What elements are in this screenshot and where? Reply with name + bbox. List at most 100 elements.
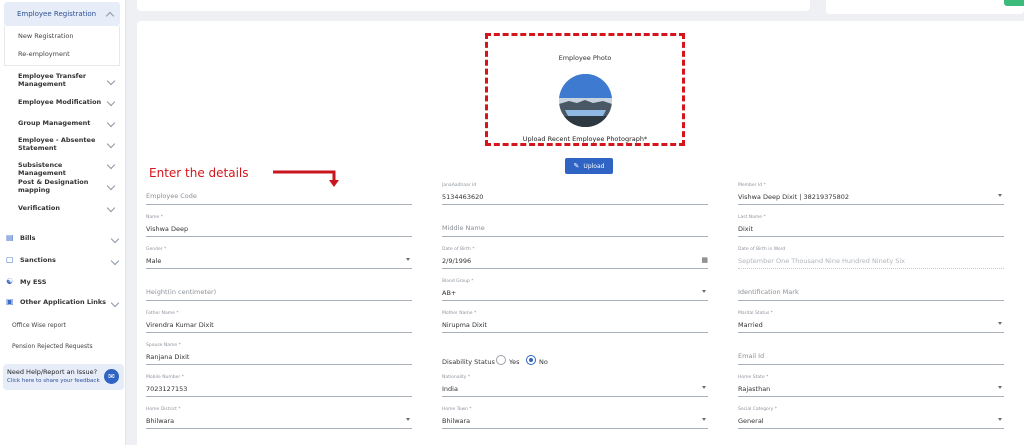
sidebar-item-my-ess[interactable]: ☯ My ESS bbox=[4, 275, 124, 291]
mother-name-field[interactable]: Mother Name * Nirupma Dixit bbox=[442, 309, 708, 333]
feedback-link[interactable]: Click here to share your feedback bbox=[7, 378, 100, 384]
field-label: Home Town * bbox=[442, 407, 472, 412]
sidebar-item-sanctions[interactable]: ▢ Sanctions bbox=[4, 253, 124, 269]
field-value: 7023127153 bbox=[146, 385, 188, 393]
field-value: Rajasthan bbox=[738, 385, 771, 393]
help-card[interactable]: Need Help/Report an Issue? Click here to… bbox=[3, 364, 124, 390]
marital-status-select[interactable]: Marital Status * Married bbox=[738, 309, 1004, 333]
sidebar-section-employee-registration[interactable]: Employee Registration bbox=[4, 2, 120, 26]
field-placeholder: Employee Code bbox=[146, 192, 197, 200]
disability-no-radio[interactable] bbox=[526, 355, 536, 365]
dropdown-caret-icon bbox=[998, 418, 1002, 421]
calendar-icon[interactable]: ▦ bbox=[701, 256, 708, 264]
link-icon: ▣ bbox=[6, 297, 14, 306]
field-value: Ranjana Dixit bbox=[146, 353, 190, 361]
field-value: General bbox=[738, 417, 764, 425]
email-field[interactable]: Email Id bbox=[738, 341, 1004, 365]
chevron-down-icon bbox=[110, 234, 120, 244]
field-value: India bbox=[442, 385, 458, 393]
field-placeholder: Height(in centimeter) bbox=[146, 288, 217, 296]
sidebar-item-other-application-links[interactable]: ▣ Other Application Links bbox=[4, 295, 124, 311]
employee-code-field[interactable]: Employee Code bbox=[146, 181, 412, 205]
upload-label: Upload bbox=[583, 163, 605, 170]
height-field[interactable]: Height(in centimeter) bbox=[146, 277, 412, 301]
sidebar-item-label: Sanctions bbox=[20, 256, 56, 264]
home-district-select[interactable]: Home District * Bhilwara bbox=[146, 405, 412, 429]
field-label: Gender * bbox=[146, 247, 167, 252]
field-label: Father Name * bbox=[146, 311, 179, 316]
photo-caption: Upload Recent Employee Photograph* bbox=[522, 135, 648, 143]
photo-title: Employee Photo bbox=[558, 54, 612, 62]
sidebar-item-employee-absentee[interactable]: Employee - Absentee Statement bbox=[18, 136, 102, 152]
name-field[interactable]: Name * Vishwa Deep bbox=[146, 213, 412, 237]
field-value: Married bbox=[738, 321, 763, 329]
mobile-number-field[interactable]: Mobile Number * 7023127153 bbox=[146, 373, 412, 397]
dob-field[interactable]: Date of Birth * 2/9/1996 ▦ bbox=[442, 245, 708, 269]
field-placeholder: Middle Name bbox=[442, 224, 485, 232]
home-state-select[interactable]: Home State * Rajasthan bbox=[738, 373, 1004, 397]
disability-yes-radio[interactable] bbox=[496, 355, 506, 365]
sidebar-item-post-designation[interactable]: Post & Designation mapping bbox=[18, 178, 102, 194]
sidebar-item-employee-modification[interactable]: Employee Modification bbox=[18, 98, 102, 106]
last-name-field[interactable]: Last Name * Dixit bbox=[738, 213, 1004, 237]
dropdown-caret-icon bbox=[702, 290, 706, 293]
middle-name-field[interactable]: Middle Name bbox=[442, 213, 708, 237]
radio-label-no: No bbox=[539, 358, 548, 366]
document-icon: ▤ bbox=[6, 233, 14, 242]
field-label: Blood Group * bbox=[442, 279, 474, 284]
upload-button[interactable]: ✎ Upload bbox=[565, 158, 613, 174]
top-card bbox=[137, 0, 810, 11]
dropdown-caret-icon bbox=[702, 418, 706, 421]
chevron-down-icon bbox=[106, 97, 116, 107]
annotation-text: Enter the details bbox=[149, 166, 249, 180]
chevron-down-icon bbox=[106, 139, 116, 149]
dropdown-caret-icon bbox=[998, 386, 1002, 389]
chat-icon[interactable]: ✉ bbox=[104, 369, 119, 384]
sidebar-item-subsistence[interactable]: Subsistence Management bbox=[18, 161, 102, 177]
field-label: Home State * bbox=[738, 375, 769, 380]
chevron-up-icon bbox=[105, 11, 115, 21]
field-value: Virendra Kumar Dixit bbox=[146, 321, 214, 329]
field-value: Vishwa Deep bbox=[146, 225, 189, 233]
field-value: Nirupma Dixit bbox=[442, 321, 487, 329]
nationality-select[interactable]: Nationality * India bbox=[442, 373, 708, 397]
identification-mark-field[interactable]: Identification Mark bbox=[738, 277, 1004, 301]
father-name-field[interactable]: Father Name * Virendra Kumar Dixit bbox=[146, 309, 412, 333]
sidebar-item-group-management[interactable]: Group Management bbox=[18, 119, 102, 127]
dropdown-caret-icon bbox=[702, 386, 706, 389]
registration-form: Employee Photo Upload Recent Employee Ph… bbox=[137, 21, 1024, 445]
sidebar-link-office-wise-report[interactable]: Office Wise report bbox=[12, 322, 66, 329]
file-icon: ▢ bbox=[6, 255, 14, 264]
social-category-select[interactable]: Social Category * General bbox=[738, 405, 1004, 429]
sidebar-subitem-re-employment[interactable]: Re-employment bbox=[18, 50, 70, 58]
chevron-down-icon bbox=[106, 160, 116, 170]
gender-select[interactable]: Gender * Male bbox=[146, 245, 412, 269]
sidebar: Employee Registration New Registration R… bbox=[0, 0, 126, 445]
field-value: 2/9/1996 bbox=[442, 257, 472, 265]
field-label: Spouse Name * bbox=[146, 343, 181, 348]
sidebar-item-label: Bills bbox=[20, 234, 36, 242]
member-id-select[interactable]: Member Id * Vishwa Deep Dixit | 38219375… bbox=[738, 181, 1004, 205]
field-label: Social Category * bbox=[738, 407, 778, 412]
sidebar-subitem-new-registration[interactable]: New Registration bbox=[18, 32, 73, 40]
chevron-down-icon bbox=[110, 298, 120, 308]
chevron-down-icon bbox=[110, 256, 120, 266]
field-value: Bhilwara bbox=[146, 417, 175, 425]
home-town-select[interactable]: Home Town * Bhilwara bbox=[442, 405, 708, 429]
field-value: 5134463620 bbox=[442, 193, 484, 201]
chevron-down-icon bbox=[106, 181, 116, 191]
sidebar-item-label: Other Application Links bbox=[20, 298, 107, 306]
field-label: Member Id * bbox=[738, 183, 766, 188]
field-label: Mother Name * bbox=[442, 311, 477, 316]
janaadhaar-field[interactable]: JanaAadhaar Id 5134463620 bbox=[442, 181, 708, 205]
blood-group-select[interactable]: Blood Group * AB+ bbox=[442, 277, 708, 301]
employee-photo bbox=[559, 74, 612, 127]
chevron-down-icon bbox=[106, 76, 116, 86]
sidebar-link-pension-rejected[interactable]: Pension Rejected Requests bbox=[12, 343, 93, 350]
sidebar-item-employee-transfer[interactable]: Employee Transfer Management bbox=[18, 72, 102, 88]
sidebar-item-verification[interactable]: Verification bbox=[18, 204, 102, 212]
sidebar-item-bills[interactable]: ▤ Bills bbox=[4, 231, 124, 247]
field-value: September One Thousand Nine Hundred Nine… bbox=[738, 257, 906, 265]
field-placeholder: Email Id bbox=[738, 352, 765, 360]
spouse-name-field[interactable]: Spouse Name * Ranjana Dixit bbox=[146, 341, 412, 365]
